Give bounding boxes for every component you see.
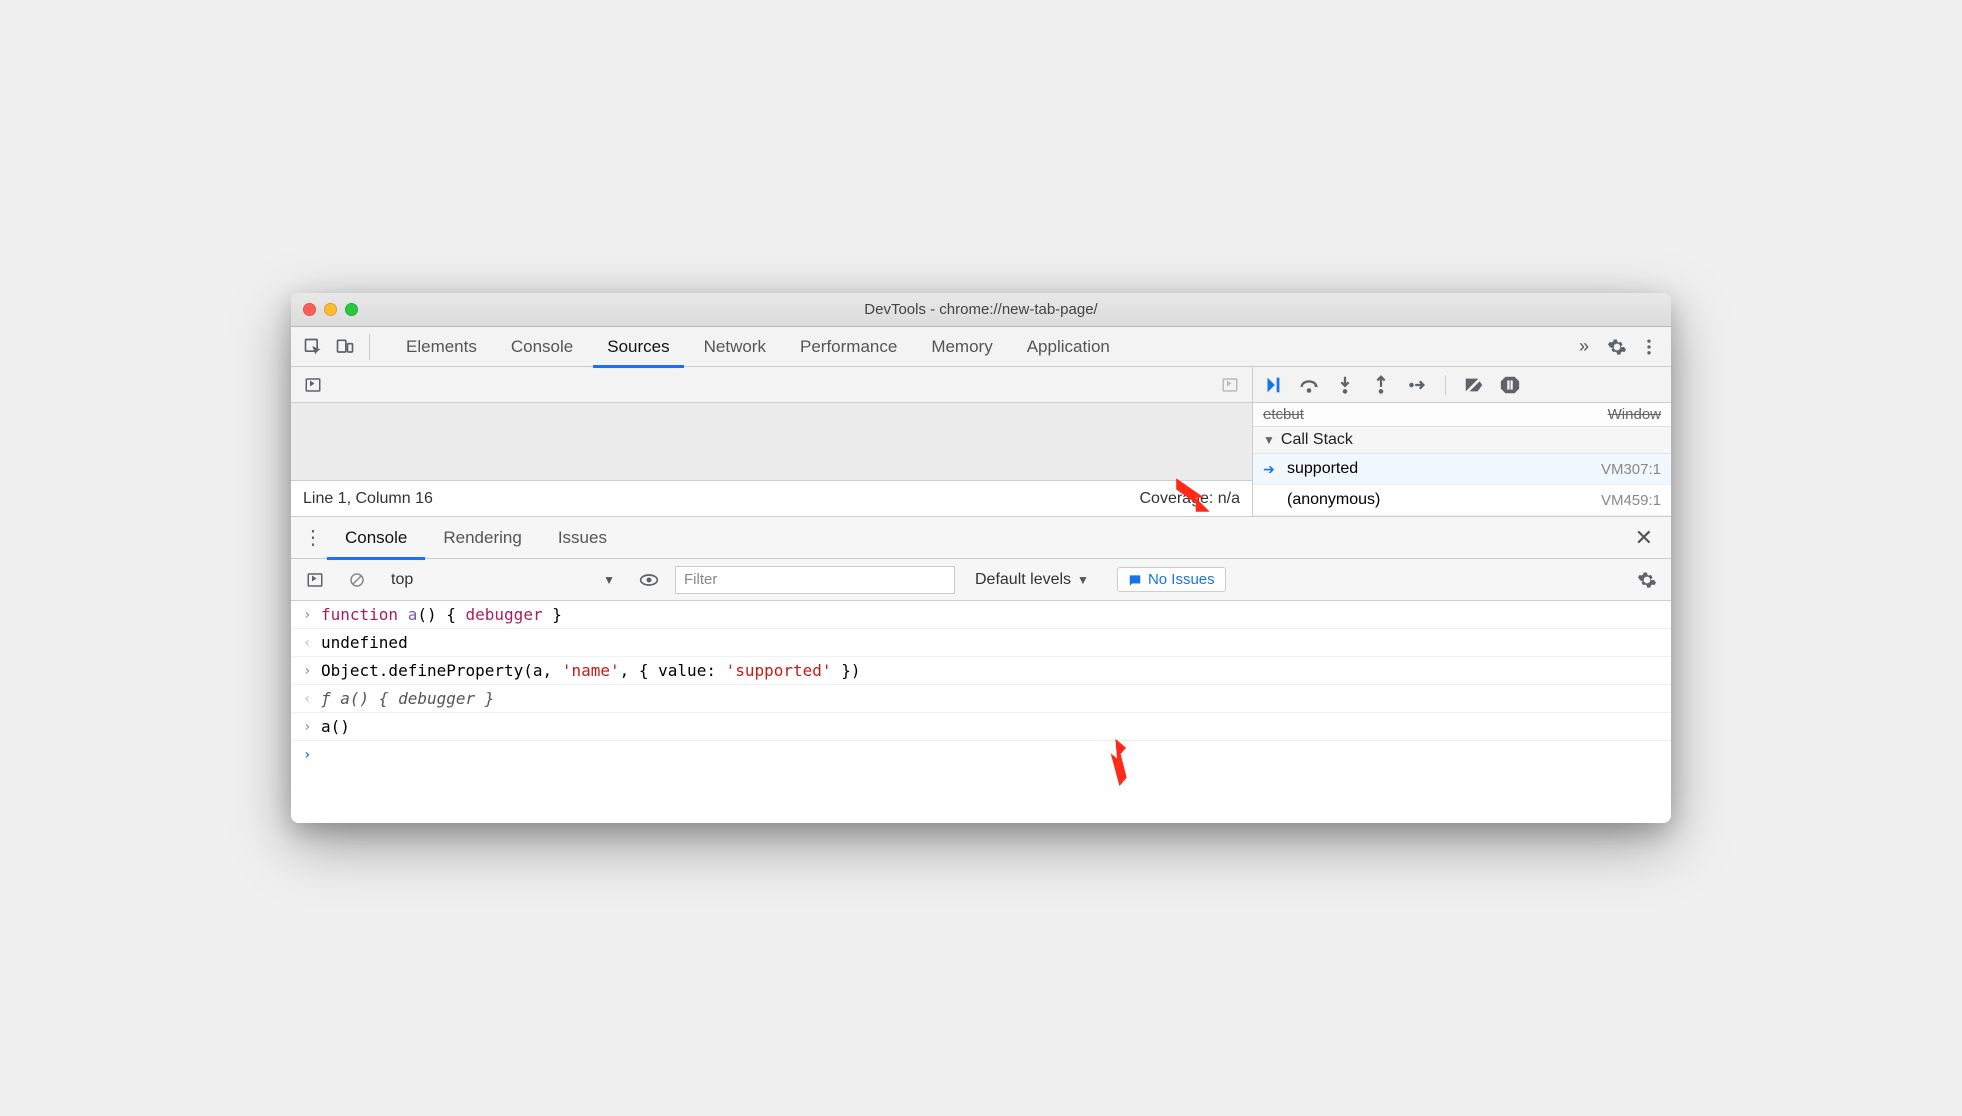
drawer: ⋮ ConsoleRenderingIssues ✕ top ▼ Filter … [291,516,1671,823]
current-frame-icon: ➔ [1263,461,1281,478]
context-value: top [391,571,413,589]
issues-text: No Issues [1148,571,1215,588]
prompt-chevron-icon: › [303,745,321,763]
devtools-window: DevTools - chrome://new-tab-page/ Elemen… [291,293,1671,823]
zoom-window-button[interactable] [345,303,358,316]
console-code: a() [321,717,350,736]
partial-panel-row: etcbut Window [1253,403,1671,427]
drawer-menu-icon[interactable]: ⋮ [299,525,327,550]
tab-sources[interactable]: Sources [593,327,683,367]
separator [1445,375,1446,395]
callstack-frame[interactable]: ➔ supported VM307:1 [1253,454,1671,485]
output-chevron-icon: ‹ [303,633,321,651]
console-prompt-row[interactable]: › [291,741,1671,823]
truncated-variable: etcbut [1263,406,1304,423]
toggle-device-icon[interactable] [329,331,361,363]
show-navigator-icon[interactable] [297,369,329,401]
console-code: ƒ a() { debugger } [321,689,494,708]
step-icon[interactable] [1405,373,1429,397]
console-filter-input[interactable]: Filter [675,566,955,594]
tab-elements[interactable]: Elements [392,327,491,367]
callstack-frame[interactable]: (anonymous) VM459:1 [1253,485,1671,516]
kebab-menu-icon[interactable] [1633,331,1665,363]
main-tabs: ElementsConsoleSourcesNetworkPerformance… [392,327,1567,367]
input-chevron-icon: › [303,605,321,623]
coverage-status: Coverage: n/a [1139,490,1240,508]
source-editor-area[interactable] [291,403,1252,480]
show-console-sidebar-icon[interactable] [299,564,331,596]
filter-placeholder: Filter [684,571,717,588]
output-chevron-icon: ‹ [303,689,321,707]
frame-name: supported [1287,460,1358,478]
traffic-lights [303,303,358,316]
input-chevron-icon: › [303,661,321,679]
inspect-element-icon[interactable] [297,331,329,363]
chevron-down-icon: ▼ [603,573,615,587]
live-expression-icon[interactable] [633,564,665,596]
clear-console-icon[interactable] [341,564,373,596]
tab-memory[interactable]: Memory [917,327,1006,367]
minimize-window-button[interactable] [324,303,337,316]
console-settings-icon[interactable] [1631,564,1663,596]
console-body[interactable]: ›function a() { debugger }‹undefined›Obj… [291,601,1671,823]
cursor-position: Line 1, Column 16 [303,490,433,508]
callstack-header[interactable]: ▼ Call Stack [1253,427,1671,454]
drawer-tab-rendering[interactable]: Rendering [425,517,539,559]
debugger-controls [1253,367,1671,403]
step-over-icon[interactable] [1297,373,1321,397]
sources-toolbar [291,367,1252,403]
titlebar: DevTools - chrome://new-tab-page/ [291,293,1671,327]
issues-badge[interactable]: No Issues [1117,567,1226,592]
callstack-list: ➔ supported VM307:1 (anonymous) VM459:1 [1253,454,1671,516]
pause-on-exceptions-icon[interactable] [1498,373,1522,397]
callstack-title: Call Stack [1281,431,1353,449]
console-input-row: ›function a() { debugger } [291,601,1671,629]
console-code: undefined [321,633,408,652]
levels-label: Default levels [975,571,1071,589]
console-input-row: ›a() [291,713,1671,741]
settings-icon[interactable] [1601,331,1633,363]
window-title: DevTools - chrome://new-tab-page/ [291,301,1671,318]
close-drawer-icon[interactable]: ✕ [1625,525,1663,551]
chevron-down-icon: ▼ [1077,573,1089,587]
disclosure-triangle-icon: ▼ [1263,433,1275,447]
drawer-tab-issues[interactable]: Issues [540,517,625,559]
more-tabs-icon[interactable]: » [1567,336,1601,357]
resume-icon[interactable] [1261,373,1285,397]
tab-network[interactable]: Network [690,327,780,367]
tab-performance[interactable]: Performance [786,327,911,367]
step-into-icon[interactable] [1333,373,1357,397]
tab-console[interactable]: Console [497,327,587,367]
show-debugger-icon[interactable] [1214,369,1246,401]
console-input-row: ›Object.defineProperty(a, 'name', { valu… [291,657,1671,685]
console-code: function a() { debugger } [321,605,562,624]
frame-source: VM307:1 [1601,461,1661,478]
drawer-tabrow: ⋮ ConsoleRenderingIssues ✕ [291,517,1671,559]
separator [369,334,370,360]
frame-source: VM459:1 [1601,492,1661,509]
step-out-icon[interactable] [1369,373,1393,397]
input-chevron-icon: › [303,717,321,735]
drawer-tab-console[interactable]: Console [327,517,425,559]
deactivate-breakpoints-icon[interactable] [1462,373,1486,397]
console-output-row: ‹ƒ a() { debugger } [291,685,1671,713]
log-levels-select[interactable]: Default levels ▼ [975,571,1089,589]
console-output-row: ‹undefined [291,629,1671,657]
console-code: Object.defineProperty(a, 'name', { value… [321,661,860,680]
truncated-value: Window [1608,406,1661,423]
main-tabrow: ElementsConsoleSourcesNetworkPerformance… [291,327,1671,367]
close-window-button[interactable] [303,303,316,316]
frame-name: (anonymous) [1287,491,1380,509]
console-toolbar: top ▼ Filter Default levels ▼ No Issues [291,559,1671,601]
execution-context-select[interactable]: top ▼ [383,567,623,593]
editor-status-bar: Line 1, Column 16 Coverage: n/a [291,480,1252,516]
tab-application[interactable]: Application [1013,327,1124,367]
